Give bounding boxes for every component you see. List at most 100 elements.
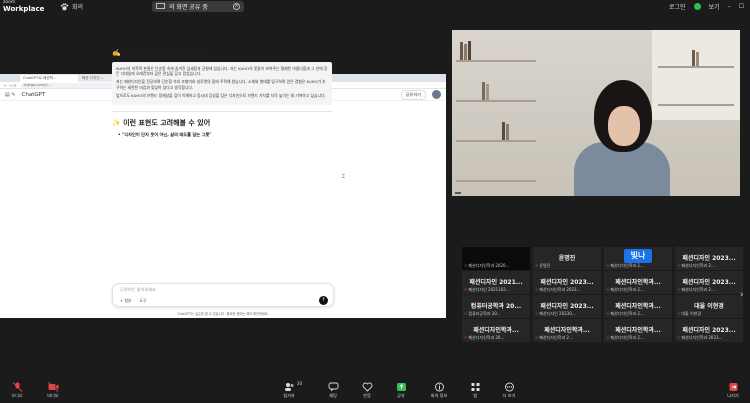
participant-tile[interactable]: 패션디자인학과... ✕패션디자인학과 20... [462, 319, 530, 342]
apps-label: 앱 [473, 393, 477, 398]
share-status-label: 의 화면 공유 중 [169, 4, 208, 11]
top-right-controls: 로그인 보기 – ☐ [669, 2, 744, 11]
apps-button[interactable]: 앱 [460, 382, 490, 399]
participant-tile[interactable]: 패션디자인 2021... ✕패션디자인 2021102... [462, 271, 530, 294]
participant-sub-name: 패션디자인학과 2... [610, 263, 644, 268]
chat-composer[interactable]: 무엇이든 물어보세요 + 첨부 도구 ↑ [112, 283, 334, 307]
participant-name: 빛나 [624, 249, 652, 263]
brand-bottom: Workplace [3, 5, 45, 13]
participant-sub-name: 패션디자인 20230... [539, 311, 576, 316]
active-speaker-video[interactable] [452, 30, 740, 196]
leave-button[interactable]: 나가기 [718, 382, 748, 399]
participant-name: 패션디자인 2023... [682, 255, 736, 262]
shield-check-icon [693, 3, 701, 10]
mic-muted-icon: ✕ [464, 287, 468, 292]
meeting-label: 회의 [72, 4, 84, 11]
model-selector[interactable]: ChatGPT [22, 92, 46, 98]
participant-tile[interactable]: 패션디자인학과... ✕패션디자인학과 2... [604, 271, 672, 294]
participant-label: ✕대을 이현경 [677, 311, 741, 317]
chevron-right-icon[interactable]: › [740, 290, 744, 300]
book [692, 50, 695, 66]
share-status-pill[interactable]: 의 화면 공유 중 × [152, 1, 244, 12]
browser-tab[interactable]: ChatGPT로 패션학... [20, 75, 78, 82]
participant-tile[interactable]: 패션디자인 2023... ✕패션디자인학과 2... [675, 247, 743, 270]
bookshelf [658, 104, 734, 106]
back-forward-icon[interactable]: ← → ⟳ [4, 83, 17, 88]
send-button[interactable]: ↑ [319, 296, 328, 305]
book [460, 42, 463, 60]
section-heading: ✨ 이런 표현도 고려해볼 수 있어 [112, 119, 211, 128]
participants-label: 참가자 [283, 393, 295, 398]
participant-name: 패션디자인학과... [544, 327, 590, 334]
composer-input[interactable]: 무엇이든 물어보세요 [120, 287, 156, 293]
participant-name: 패션디자인 2023... [682, 327, 736, 334]
participant-label: ✕패션디자인학과 2... [677, 287, 741, 293]
participant-sub-name: 패션디자인학과 2... [610, 287, 644, 292]
login-link[interactable]: 로그인 [669, 2, 686, 11]
participant-label: ✕패션디자인학과 2023... [677, 335, 741, 341]
participant-tile[interactable]: 패션디자인학과... ✕패션디자인학과 2... [533, 319, 601, 342]
participant-name: 패션디자인학과... [615, 303, 661, 310]
participant-name: 패션디자인 2023... [540, 303, 594, 310]
participant-label: ✕패션디자인학과 2... [606, 287, 670, 293]
section-heading-text: 예시 초안 (수정/보완 가능) [123, 49, 204, 57]
participant-tile[interactable]: 패션디자인 2023... ✕패션디자인학과 2023... [533, 271, 601, 294]
video-button[interactable]: 비디오 [38, 382, 68, 399]
participant-sub-name: 패션디자인 2021102... [468, 287, 510, 292]
speaker-name-label [455, 192, 461, 194]
apps-grid-icon [471, 383, 479, 391]
draft-paragraph: KUHO의 미학적 본질은 단순함 속에 숨겨진 섬세함과 균형에 있습니다. … [116, 66, 328, 77]
participant-tile[interactable]: ✕패션디자인학과 2020... [462, 247, 530, 270]
section-heading-text: 이런 표현도 고려해볼 수 있어 [123, 119, 211, 128]
leave-label: 나가기 [727, 393, 739, 398]
maximize-icon[interactable]: ☐ [739, 3, 744, 10]
chat-button[interactable]: 채팅 [318, 382, 348, 399]
bookshelf [456, 100, 536, 102]
chat-label: 채팅 [329, 393, 337, 398]
minimize-icon[interactable]: – [728, 3, 731, 10]
sidebar-toggle-icon[interactable]: ▤ ✎ [5, 92, 16, 98]
participant-tile[interactable]: 패션디자인 2023... ✕패션디자인학과 2... [675, 271, 743, 294]
participant-sub-name: 대을 이현경 [681, 311, 702, 316]
share-screen-icon [396, 383, 406, 391]
mic-muted-icon: ✕ [535, 335, 539, 340]
participant-tile[interactable]: 컴퓨터공학과 20... ✕컴퓨터공학과 20... [462, 295, 530, 318]
attach-button[interactable]: + 첨부 [120, 298, 131, 304]
close-icon[interactable]: × [233, 3, 240, 10]
participant-tile[interactable]: 패션디자인 2023... ✕패션디자인 20230... [533, 295, 601, 318]
more-label: 더 보기 [502, 393, 516, 398]
participant-tile[interactable]: 패션디자인 2023... ✕패션디자인학과 2023... [675, 319, 743, 342]
participant-tile[interactable]: 패션디자인학과... ✕패션디자인학과 2... [604, 295, 672, 318]
participant-tile[interactable]: 윤명진 ✕윤명진 [533, 247, 601, 270]
leave-icon [729, 383, 737, 391]
book [696, 52, 699, 66]
participant-label: ✕패션디자인 20230... [535, 311, 599, 317]
participant-label: ✕패션디자인학과 2... [606, 263, 670, 269]
participant-label: ✕패션디자인학과 2023... [535, 287, 599, 293]
mic-muted-icon: ✕ [677, 311, 681, 316]
composer-tools: + 첨부 도구 [120, 298, 146, 304]
participant-tile[interactable]: 빛나 ✕패션디자인학과 2... [604, 247, 672, 270]
share-screen-button[interactable]: 공유 [386, 382, 416, 399]
participant-tile[interactable]: 패션디자인학과... ✕패션디자인학과 2... [604, 319, 672, 342]
participant-name: 패션디자인 2023... [540, 279, 594, 286]
zoom-workplace-logo: zoom Workplace [3, 0, 45, 13]
react-button[interactable]: 반응 [352, 382, 382, 399]
meeting-button[interactable]: 회의 [60, 2, 83, 11]
mic-muted-icon: ✕ [535, 263, 539, 268]
audio-button[interactable]: 오디오 [2, 382, 32, 399]
participants-count: 30 [296, 381, 302, 386]
participant-tile[interactable]: 대을 이현경 ✕대을 이현경 [675, 295, 743, 318]
video-label: 비디오 [47, 393, 59, 398]
participant-sub-name: 패션디자인학과 2... [610, 335, 644, 340]
tools-button[interactable]: 도구 [139, 298, 146, 304]
more-button[interactable]: 더 보기 [494, 382, 524, 399]
avatar[interactable] [432, 90, 441, 99]
participants-button[interactable]: 30 참가자 [274, 381, 304, 399]
participant-label: ✕패션디자인 2021102... [464, 287, 528, 293]
meeting-info-button[interactable]: 회의 정보 [424, 382, 454, 399]
participant-name: 패션디자인학과... [615, 327, 661, 334]
share-button[interactable]: 공유하기 [400, 89, 426, 100]
mic-muted-icon: ✕ [464, 311, 468, 316]
view-button[interactable]: 보기 [709, 2, 720, 11]
